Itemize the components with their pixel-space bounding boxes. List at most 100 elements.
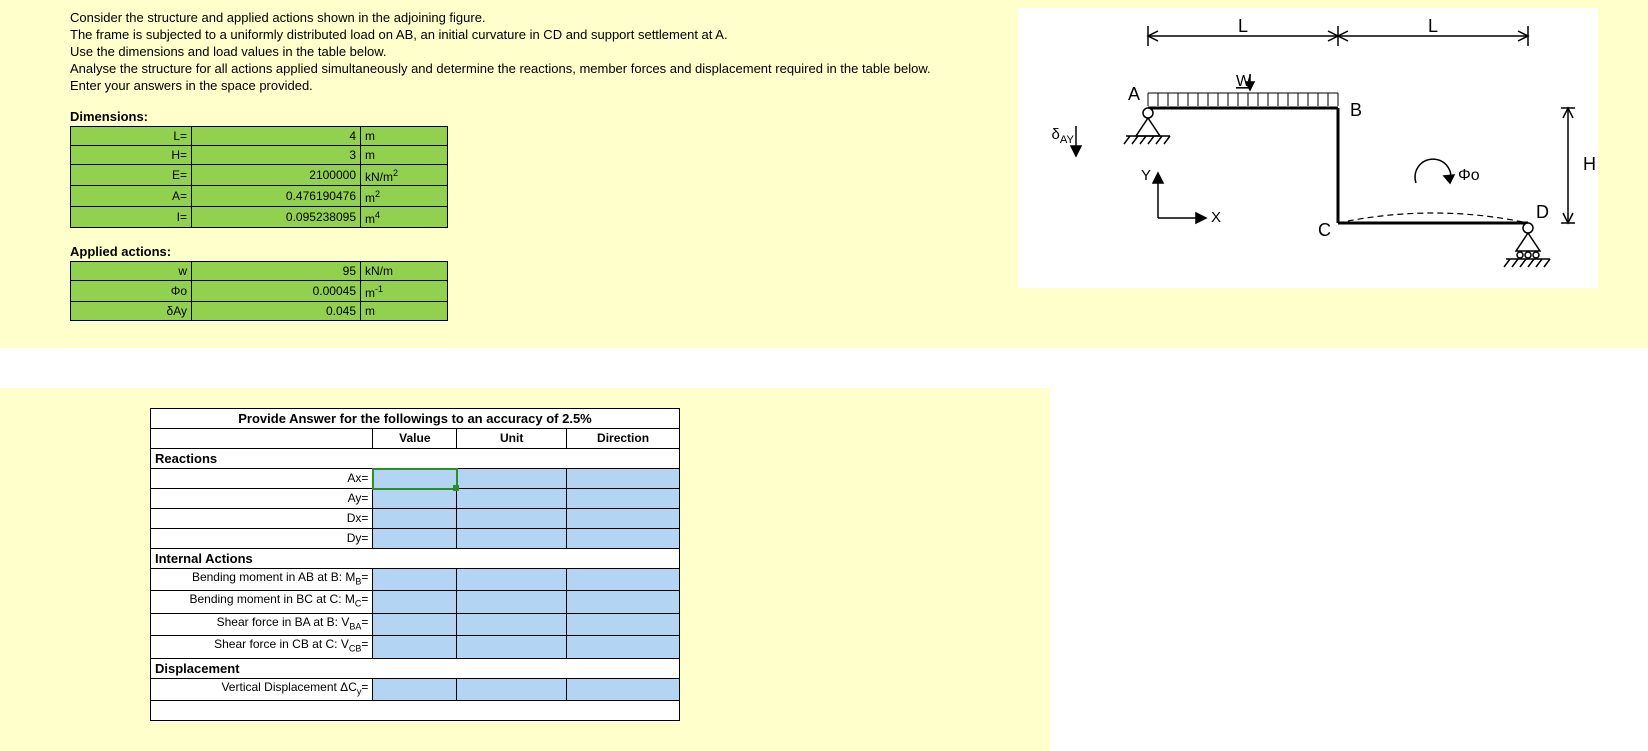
table-row: A= 0.476190476 m2 <box>71 186 448 207</box>
table-row: H= 3 m <box>71 146 448 165</box>
input-ay-value[interactable] <box>373 489 457 509</box>
applied-actions-table: w 95 kN/m Φo 0.00045 m-1 δAy 0.045 m <box>70 261 448 321</box>
dim-label: I= <box>71 207 192 228</box>
label-L: L <box>1238 16 1248 36</box>
section-displacement: Displacement <box>151 658 680 678</box>
row-mb: Bending moment in AB at B: MB= <box>151 569 373 591</box>
input-dy-value[interactable] <box>373 529 457 549</box>
dim-unit: m <box>361 127 448 146</box>
dim-unit: kN/m2 <box>361 165 448 186</box>
dimensions-table: L= 4 m H= 3 m E= 2100000 kN/m2 A= 0.4761… <box>70 126 448 228</box>
row-ay: Ay= <box>151 489 373 509</box>
table-row: Shear force in CB at C: VCB= <box>151 636 680 658</box>
input-mc-dir[interactable] <box>567 591 680 613</box>
dim-value: 0.095238095 <box>192 207 361 228</box>
table-row: I= 0.095238095 m4 <box>71 207 448 228</box>
input-vcb-value[interactable] <box>373 636 457 658</box>
input-ax-value[interactable] <box>373 469 457 489</box>
table-row: Vertical Displacement ΔCy= <box>151 678 680 700</box>
row-dcy: Vertical Displacement ΔCy= <box>151 678 373 700</box>
act-unit: kN/m <box>361 262 448 281</box>
input-dy-unit[interactable] <box>457 529 567 549</box>
input-vba-dir[interactable] <box>567 613 680 635</box>
input-mb-value[interactable] <box>373 569 457 591</box>
dim-value: 2100000 <box>192 165 361 186</box>
dim-value: 0.476190476 <box>192 186 361 207</box>
table-row: Ay= <box>151 489 680 509</box>
label-B: B <box>1350 100 1362 120</box>
input-mc-unit[interactable] <box>457 591 567 613</box>
table-row: δAy 0.045 m <box>71 302 448 321</box>
input-dx-value[interactable] <box>373 509 457 529</box>
answer-table: Provide Answer for the followings to an … <box>150 408 680 721</box>
section-reactions: Reactions <box>151 449 680 469</box>
input-dx-unit[interactable] <box>457 509 567 529</box>
dim-label: L= <box>71 127 192 146</box>
label-H: H <box>1583 154 1596 174</box>
dim-unit: m <box>361 146 448 165</box>
blank-row <box>151 700 680 720</box>
input-ax-dir[interactable] <box>567 469 680 489</box>
dim-label: A= <box>71 186 192 207</box>
act-label: Φo <box>71 281 192 302</box>
table-row: Bending moment in AB at B: MB= <box>151 569 680 591</box>
table-row: E= 2100000 kN/m2 <box>71 165 448 186</box>
col-dir: Direction <box>567 429 680 449</box>
table-row: Bending moment in BC at C: MC= <box>151 591 680 613</box>
act-value: 95 <box>192 262 361 281</box>
act-label: w <box>71 262 192 281</box>
row-dx: Dx= <box>151 509 373 529</box>
col-unit: Unit <box>457 429 567 449</box>
table-row: L= 4 m <box>71 127 448 146</box>
row-ax: Ax= <box>151 469 373 489</box>
table-row: Dy= <box>151 529 680 549</box>
label-A: A <box>1128 84 1140 104</box>
table-row: Shear force in BA at B: VBA= <box>151 613 680 635</box>
input-dcy-unit[interactable] <box>457 678 567 700</box>
input-dcy-dir[interactable] <box>567 678 680 700</box>
input-vba-unit[interactable] <box>457 613 567 635</box>
col-value: Value <box>373 429 457 449</box>
input-vba-value[interactable] <box>373 613 457 635</box>
table-row: Φo 0.00045 m-1 <box>71 281 448 302</box>
label-phi: Φo <box>1458 167 1480 184</box>
act-label: δAy <box>71 302 192 321</box>
input-vcb-unit[interactable] <box>457 636 567 658</box>
row-dy: Dy= <box>151 529 373 549</box>
table-row: Ax= <box>151 469 680 489</box>
table-row: w 95 kN/m <box>71 262 448 281</box>
input-dy-dir[interactable] <box>567 529 680 549</box>
input-ay-unit[interactable] <box>457 489 567 509</box>
input-dx-dir[interactable] <box>567 509 680 529</box>
dim-unit: m4 <box>361 207 448 228</box>
answer-title: Provide Answer for the followings to an … <box>151 409 680 429</box>
dim-value: 3 <box>192 146 361 165</box>
table-row: Dx= <box>151 509 680 529</box>
input-mb-dir[interactable] <box>567 569 680 591</box>
input-mc-value[interactable] <box>373 591 457 613</box>
dim-value: 4 <box>192 127 361 146</box>
act-unit: m-1 <box>361 281 448 302</box>
row-mc: Bending moment in BC at C: MC= <box>151 591 373 613</box>
label-C: C <box>1318 220 1331 240</box>
input-vcb-dir[interactable] <box>567 636 680 658</box>
label-deltaAY: δAY <box>1038 126 1074 146</box>
col-blank <box>151 429 373 449</box>
row-vcb: Shear force in CB at C: VCB= <box>151 636 373 658</box>
label-D: D <box>1536 202 1549 222</box>
input-mb-unit[interactable] <box>457 569 567 591</box>
act-value: 0.045 <box>192 302 361 321</box>
dim-unit: m2 <box>361 186 448 207</box>
input-ax-unit[interactable] <box>457 469 567 489</box>
act-unit: m <box>361 302 448 321</box>
dim-label: H= <box>71 146 192 165</box>
input-ay-dir[interactable] <box>567 489 680 509</box>
row-vba: Shear force in BA at B: VBA= <box>151 613 373 635</box>
structure-figure: L L H <box>1018 8 1598 288</box>
label-L: L <box>1428 16 1438 36</box>
label-X: X <box>1211 209 1221 226</box>
dim-label: E= <box>71 165 192 186</box>
section-internal: Internal Actions <box>151 549 680 569</box>
input-dcy-value[interactable] <box>373 678 457 700</box>
act-value: 0.00045 <box>192 281 361 302</box>
